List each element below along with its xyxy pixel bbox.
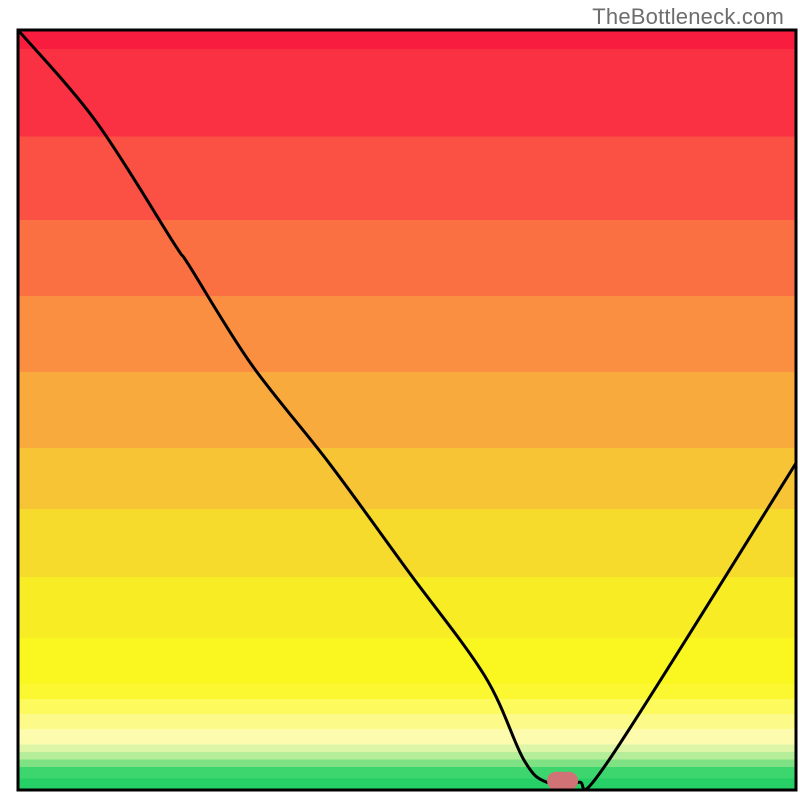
plot-background (18, 30, 796, 790)
bottleneck-chart (0, 0, 800, 800)
watermark-text: TheBottleneck.com (592, 4, 784, 30)
chart-container: TheBottleneck.com (0, 0, 800, 800)
marker-pill (547, 772, 578, 790)
